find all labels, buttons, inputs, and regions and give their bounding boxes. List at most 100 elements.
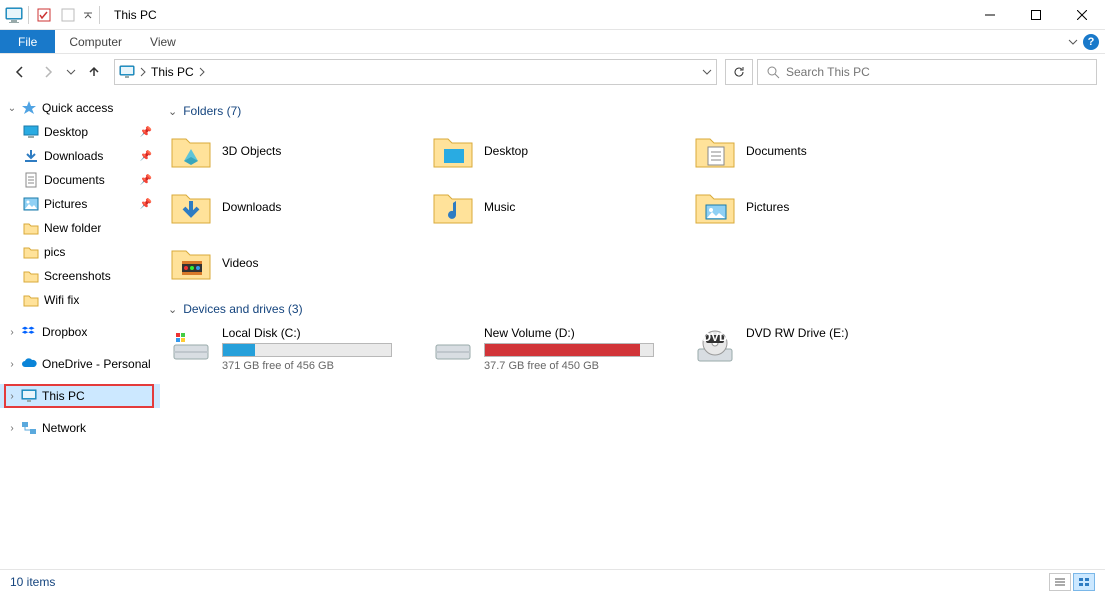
folder-icon [432, 186, 474, 228]
chevron-right-icon[interactable] [198, 67, 206, 77]
folder-icon [694, 130, 736, 172]
maximize-button[interactable] [1013, 0, 1059, 30]
folder-icon [22, 220, 40, 236]
pin-icon: 📌 [140, 151, 152, 162]
minimize-button[interactable] [967, 0, 1013, 30]
nav-network[interactable]: › Network [0, 416, 160, 440]
dropbox-icon [20, 324, 38, 340]
close-button[interactable] [1059, 0, 1105, 30]
recent-locations-button[interactable] [64, 60, 78, 84]
nav-onedrive[interactable]: › OneDrive - Personal [0, 352, 160, 376]
folders-grid: 3D Objects Desktop Documents Downloads M… [168, 126, 1097, 288]
documents-icon [22, 172, 40, 188]
back-button[interactable] [8, 60, 32, 84]
search-input[interactable] [786, 65, 1088, 79]
pin-icon: 📌 [140, 127, 152, 138]
drive-c[interactable]: Local Disk (C:) 371 GB free of 456 GB [168, 324, 418, 374]
chevron-right-icon[interactable]: › [6, 359, 18, 370]
onedrive-icon [20, 356, 38, 372]
qat-properties-icon[interactable] [33, 4, 55, 26]
quick-access-toolbar [0, 4, 106, 26]
folder-icon [22, 268, 40, 284]
usage-bar [484, 343, 654, 357]
help-icon[interactable]: ? [1083, 34, 1099, 50]
nav-this-pc[interactable]: › This PC [0, 384, 160, 408]
drive-e[interactable]: DVD DVD RW Drive (E:) [692, 324, 942, 374]
desktop-icon [22, 124, 40, 140]
file-tab[interactable]: File [0, 30, 55, 53]
folder-3d-objects[interactable]: 3D Objects [168, 126, 418, 176]
separator [28, 6, 29, 24]
details-view-button[interactable] [1049, 573, 1071, 591]
breadcrumb[interactable]: This PC [151, 65, 194, 79]
nav-dropbox[interactable]: › Dropbox [0, 320, 160, 344]
ribbon-tabs: File Computer View ? [0, 30, 1105, 54]
nav-item-pictures[interactable]: Pictures 📌 [0, 192, 160, 216]
folder-pictures[interactable]: Pictures [692, 182, 942, 232]
this-pc-icon [4, 5, 24, 25]
address-bar[interactable]: This PC [114, 59, 717, 85]
quick-access-icon [20, 100, 38, 116]
title-bar: This PC [0, 0, 1105, 30]
folder-videos[interactable]: Videos [168, 238, 418, 288]
nav-item-desktop[interactable]: Desktop 📌 [0, 120, 160, 144]
navigation-pane: ⌄ Quick access Desktop 📌 Downloads 📌 Doc… [0, 90, 160, 569]
network-icon [20, 420, 38, 436]
nav-item-wififix[interactable]: Wifi fix [0, 288, 160, 312]
tab-view[interactable]: View [136, 30, 190, 53]
this-pc-icon [20, 388, 38, 404]
nav-quick-access[interactable]: ⌄ Quick access [0, 96, 160, 120]
drive-d[interactable]: New Volume (D:) 37.7 GB free of 450 GB [430, 324, 680, 374]
qat-newfolder-icon[interactable] [57, 4, 79, 26]
tab-computer[interactable]: Computer [55, 30, 136, 53]
chevron-right-icon[interactable]: › [6, 423, 18, 434]
separator [99, 6, 100, 24]
svg-text:DVD: DVD [702, 330, 728, 344]
search-icon [766, 65, 780, 79]
drive-icon [432, 326, 474, 368]
nav-item-pics[interactable]: pics [0, 240, 160, 264]
dvd-drive-icon: DVD [694, 326, 736, 368]
address-dropdown-icon[interactable] [702, 67, 712, 77]
nav-item-newfolder[interactable]: New folder [0, 216, 160, 240]
qat-dropdown-icon[interactable] [81, 4, 95, 26]
folder-icon [22, 244, 40, 260]
folder-desktop[interactable]: Desktop [430, 126, 680, 176]
chevron-down-icon: ⌄ [168, 303, 177, 316]
chevron-right-icon[interactable]: › [6, 327, 18, 338]
window-buttons [967, 0, 1105, 30]
chevron-right-icon[interactable] [139, 67, 147, 77]
navigation-bar: This PC [0, 54, 1105, 90]
pictures-icon [22, 196, 40, 212]
chevron-down-icon[interactable]: ⌄ [6, 103, 18, 114]
search-box[interactable] [757, 59, 1097, 85]
refresh-button[interactable] [725, 59, 753, 85]
nav-item-downloads[interactable]: Downloads 📌 [0, 144, 160, 168]
tiles-view-button[interactable] [1073, 573, 1095, 591]
expand-ribbon-icon[interactable] [1067, 36, 1079, 48]
folder-icon [22, 292, 40, 308]
folder-icon [694, 186, 736, 228]
folder-icon [170, 186, 212, 228]
this-pc-icon [119, 64, 135, 80]
chevron-right-icon[interactable]: › [6, 391, 18, 402]
window-title: This PC [114, 8, 157, 22]
group-header-drives[interactable]: ⌄ Devices and drives (3) [168, 302, 1097, 316]
drives-grid: Local Disk (C:) 371 GB free of 456 GB Ne… [168, 324, 1097, 374]
forward-button[interactable] [36, 60, 60, 84]
nav-item-screenshots[interactable]: Screenshots [0, 264, 160, 288]
folder-icon [170, 242, 212, 284]
drive-icon [170, 326, 212, 368]
pin-icon: 📌 [140, 175, 152, 186]
nav-item-documents[interactable]: Documents 📌 [0, 168, 160, 192]
usage-bar [222, 343, 392, 357]
folder-downloads[interactable]: Downloads [168, 182, 418, 232]
group-header-folders[interactable]: ⌄ Folders (7) [168, 104, 1097, 118]
status-bar: 10 items [0, 569, 1105, 593]
content-area: ⌄ Folders (7) 3D Objects Desktop Documen… [160, 90, 1105, 569]
folder-documents[interactable]: Documents [692, 126, 942, 176]
up-button[interactable] [82, 60, 106, 84]
folder-icon [432, 130, 474, 172]
folder-icon [170, 130, 212, 172]
folder-music[interactable]: Music [430, 182, 680, 232]
